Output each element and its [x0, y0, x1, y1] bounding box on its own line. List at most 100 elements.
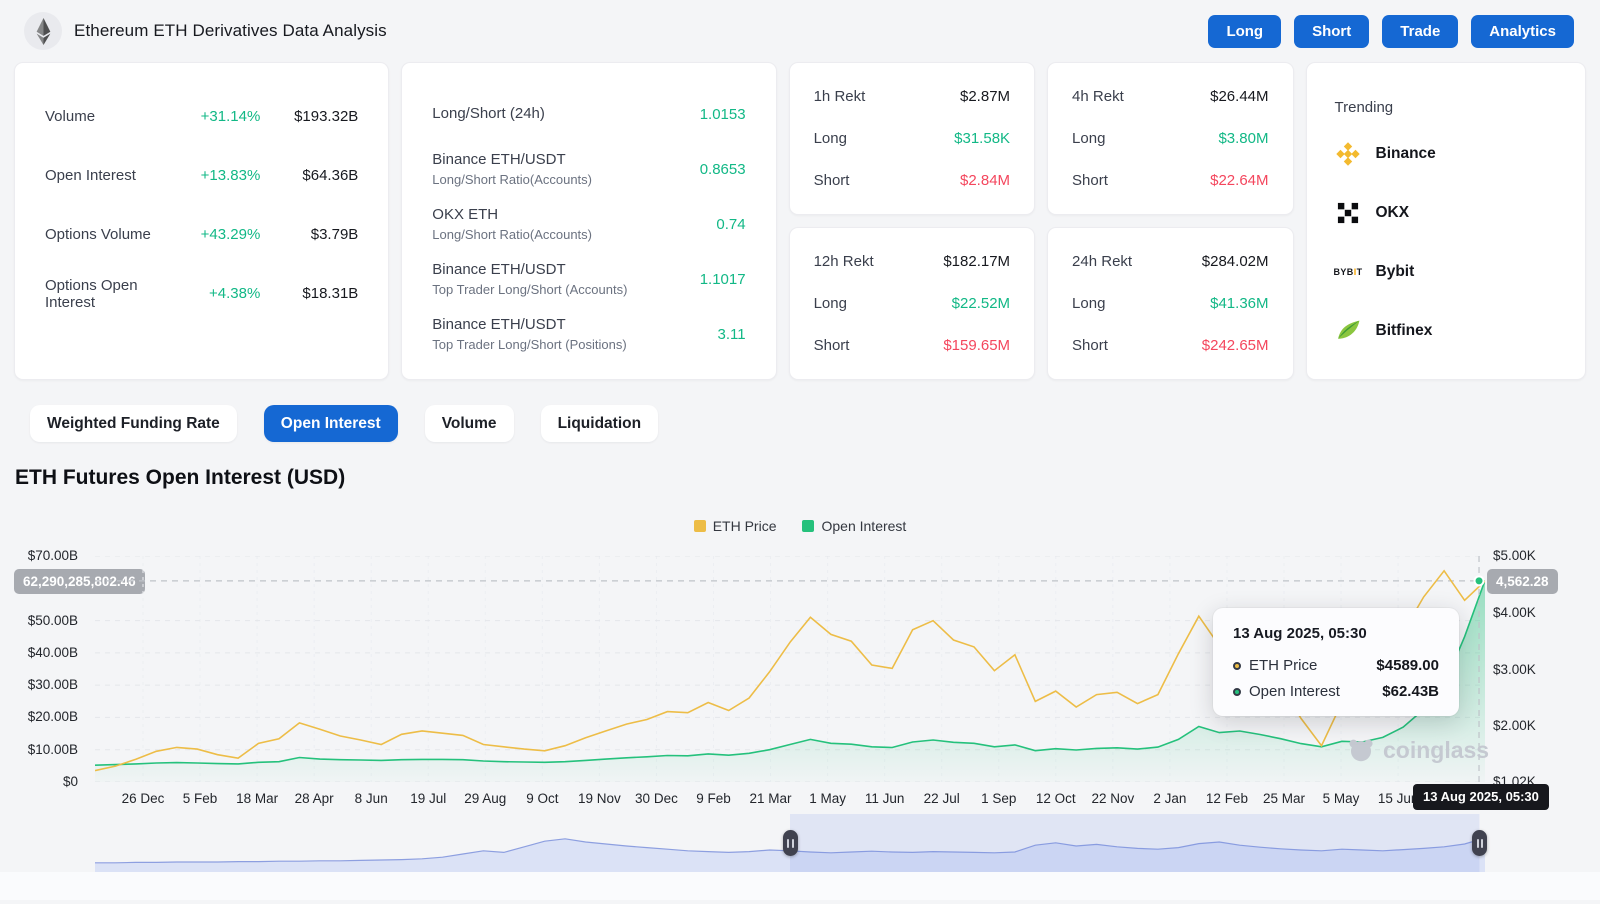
rekt-long-label: Long — [1072, 295, 1210, 312]
rekt-title: 4h Rekt — [1072, 88, 1210, 105]
x-axis-tick: 21 Mar — [750, 791, 792, 806]
rekt-long-value: $22.52M — [952, 295, 1010, 312]
y-axis-right-tick: $3.00K — [1493, 662, 1573, 678]
short-button[interactable]: Short — [1294, 15, 1369, 48]
chart-tooltip: 13 Aug 2025, 05:30 ETH Price $4589.00 Op… — [1213, 608, 1459, 716]
header-actions: Long Short Trade Analytics — [1208, 15, 1574, 48]
stat-value: $193.32B — [260, 108, 358, 125]
bottom-strip — [0, 872, 1600, 900]
legend-item-eth-price[interactable]: ETH Price — [694, 517, 777, 534]
stat-value: $3.79B — [260, 226, 358, 243]
legend-label: ETH Price — [713, 518, 777, 534]
rekt-short-label: Short — [814, 337, 944, 354]
y-axis-left-tick: $10.00B — [0, 742, 78, 758]
x-axis-tick: 19 Jul — [410, 791, 446, 806]
stat-value: $64.36B — [260, 167, 358, 184]
trending-item-okx[interactable]: OKX — [1335, 183, 1558, 242]
eth-price-swatch-icon — [694, 520, 706, 532]
x-axis-tick: 30 Dec — [635, 791, 678, 806]
x-axis-tick: 26 Dec — [122, 791, 165, 806]
trending-item-binance[interactable]: Binance — [1335, 124, 1558, 183]
crosshair-date-badge: 13 Aug 2025, 05:30 — [1413, 784, 1549, 810]
x-axis-tick: 12 Oct — [1036, 791, 1076, 806]
rekt-short-value: $2.84M — [960, 172, 1010, 189]
rekt-short-label: Short — [814, 172, 960, 189]
navigator-left-handle-icon[interactable] — [783, 830, 798, 856]
analytics-button[interactable]: Analytics — [1471, 15, 1574, 48]
long-short-ratios-card: Long/Short (24h) 1.0153 Binance ETH/USDT… — [401, 62, 776, 380]
ratio-label: Binance ETH/USDT — [432, 261, 699, 280]
open-interest-dot-icon — [1233, 688, 1241, 696]
okx-icon — [1335, 202, 1362, 224]
tooltip-series-name: Open Interest — [1249, 683, 1382, 700]
y-axis-right-tick: $2.00K — [1493, 718, 1573, 734]
ratio-row: Long/Short (24h) 1.0153 — [432, 87, 745, 142]
y-axis-left-tick: $50.00B — [0, 613, 78, 629]
tooltip-row-open-interest: Open Interest $62.43B — [1233, 683, 1439, 700]
page-title: Ethereum ETH Derivatives Data Analysis — [74, 21, 387, 41]
rekt-short-value: $242.65M — [1202, 337, 1269, 354]
x-axis: 26 Dec5 Feb18 Mar28 Apr8 Jun19 Jul29 Aug… — [95, 791, 1485, 809]
trade-button[interactable]: Trade — [1382, 15, 1458, 48]
stats-cards-row: Volume +31.14% $193.32B Open Interest +1… — [0, 62, 1600, 380]
stat-label: Options Open Interest — [45, 277, 180, 311]
legend-item-open-interest[interactable]: Open Interest — [802, 517, 906, 534]
chart-section: $70.00B$50.00B$40.00B$30.00B$20.00B$10.0… — [0, 548, 1600, 900]
tab-weighted-funding-rate[interactable]: Weighted Funding Rate — [30, 405, 237, 442]
x-axis-tick: 28 Apr — [295, 791, 334, 806]
long-button[interactable]: Long — [1208, 15, 1281, 48]
x-axis-tick: 8 Jun — [355, 791, 388, 806]
tab-liquidation[interactable]: Liquidation — [541, 405, 659, 442]
x-axis-tick: 19 Nov — [578, 791, 621, 806]
stat-change: +4.38% — [180, 285, 260, 302]
ratio-sublabel: Top Trader Long/Short (Accounts) — [432, 282, 699, 298]
navigator-right-handle-icon[interactable] — [1472, 830, 1487, 856]
rekt-card-1h: 1h Rekt$2.87M Long$31.58K Short$2.84M — [789, 62, 1035, 215]
x-axis-tick: 18 Mar — [236, 791, 278, 806]
trending-item-label: OKX — [1376, 204, 1410, 222]
tooltip-series-name: ETH Price — [1249, 657, 1376, 674]
watermark-text: coinglass — [1383, 737, 1489, 764]
x-axis-tick: 5 May — [1323, 791, 1360, 806]
market-overview-card: Volume +31.14% $193.32B Open Interest +1… — [14, 62, 389, 380]
stat-value: $18.31B — [260, 285, 358, 302]
ratio-row: Binance ETH/USDT Long/Short Ratio(Accoun… — [432, 142, 745, 197]
tab-open-interest[interactable]: Open Interest — [264, 405, 398, 442]
x-axis-tick: 29 Aug — [464, 791, 506, 806]
y-axis-left-tick: $0 — [0, 774, 78, 790]
legend-label: Open Interest — [821, 518, 906, 534]
y-axis-right-tick: $5.00K — [1493, 548, 1573, 564]
rekt-card-4h: 4h Rekt$26.44M Long$3.80M Short$22.64M — [1047, 62, 1293, 215]
x-axis-tick: 11 Jun — [865, 791, 905, 806]
ratio-row: OKX ETH Long/Short Ratio(Accounts) 0.74 — [432, 197, 745, 252]
ratio-row: Binance ETH/USDT Top Trader Long/Short (… — [432, 307, 745, 362]
rekt-card-24h: 24h Rekt$284.02M Long$41.36M Short$242.6… — [1047, 227, 1293, 380]
trending-item-bitfinex[interactable]: Bitfinex — [1335, 301, 1558, 360]
rekt-long-value: $3.80M — [1218, 130, 1268, 147]
ratio-sublabel: Long/Short Ratio(Accounts) — [432, 172, 699, 188]
tooltip-row-eth-price: ETH Price $4589.00 — [1233, 657, 1439, 674]
x-axis-tick: 25 Mar — [1263, 791, 1305, 806]
y-axis-left-tick: $30.00B — [0, 677, 78, 693]
rekt-long-value: $41.36M — [1210, 295, 1268, 312]
rekt-total: $182.17M — [943, 253, 1010, 270]
rekt-title: 12h Rekt — [814, 253, 944, 270]
rekt-column-left: 1h Rekt$2.87M Long$31.58K Short$2.84M 12… — [789, 62, 1035, 380]
stat-label: Options Volume — [45, 226, 180, 243]
rekt-total: $26.44M — [1210, 88, 1268, 105]
trending-card: Trending Binance — [1306, 62, 1587, 380]
x-axis-tick: 1 May — [809, 791, 846, 806]
x-axis-tick: 9 Oct — [526, 791, 558, 806]
trending-item-bybit[interactable]: BYBIT Bybit — [1335, 242, 1558, 301]
tab-volume[interactable]: Volume — [425, 405, 514, 442]
ratio-value: 0.8653 — [700, 161, 746, 178]
rekt-total: $284.02M — [1202, 253, 1269, 270]
rekt-long-value: $31.58K — [954, 130, 1010, 147]
rekt-short-value: $22.64M — [1210, 172, 1268, 189]
y-axis-right-tick: $4.00K — [1493, 605, 1573, 621]
tooltip-date: 13 Aug 2025, 05:30 — [1233, 625, 1439, 642]
trending-item-label: Bybit — [1376, 263, 1415, 281]
x-axis-tick: 9 Feb — [696, 791, 731, 806]
rekt-title: 1h Rekt — [814, 88, 960, 105]
ratio-row: Binance ETH/USDT Top Trader Long/Short (… — [432, 252, 745, 307]
